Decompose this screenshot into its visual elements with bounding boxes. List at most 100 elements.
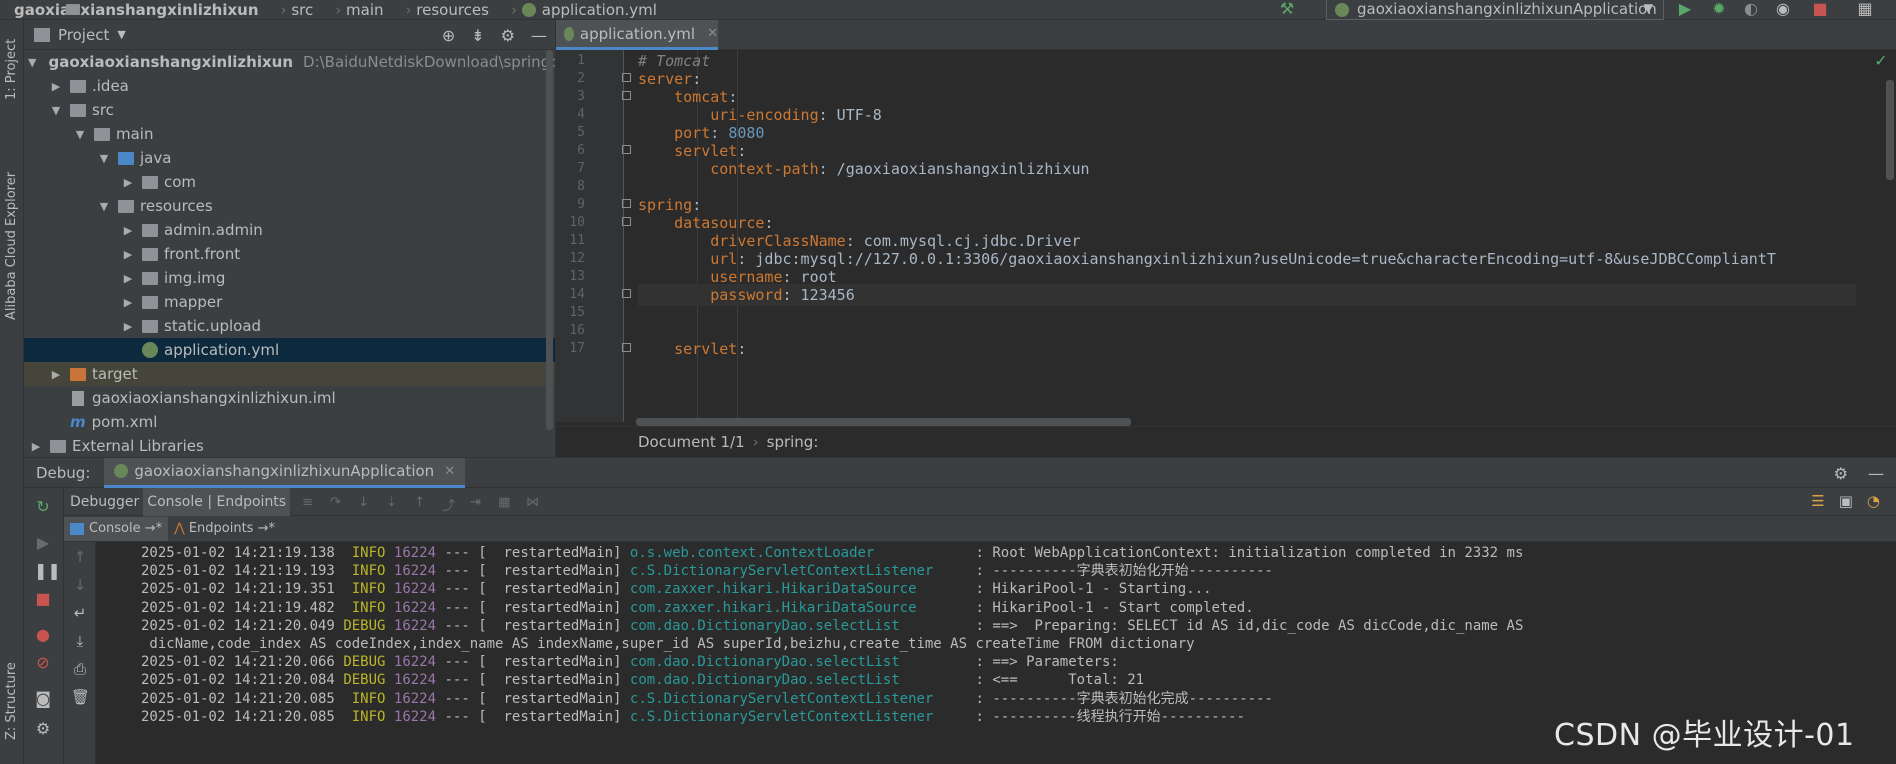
trace-icon[interactable]: ⋈ xyxy=(526,495,542,510)
run-icon[interactable]: ▶ xyxy=(1676,0,1694,18)
tree-item-img[interactable]: ▶ img.img xyxy=(24,266,555,290)
drop-frame-icon[interactable]: ⤴ xyxy=(442,495,458,514)
fold-marker-icon[interactable] xyxy=(622,73,631,82)
tree-item-java[interactable]: ▼ java xyxy=(24,146,555,170)
expanded-arrow-icon[interactable]: ▼ xyxy=(48,104,64,117)
structure-tool-tab[interactable]: Z: Structure xyxy=(4,662,19,740)
project-structure-icon[interactable]: ▦ xyxy=(1856,0,1874,18)
breadcrumb-resources[interactable]: › resources xyxy=(66,0,489,20)
project-scrollbar[interactable] xyxy=(546,50,553,430)
memory-icon[interactable]: ▣ xyxy=(1839,492,1853,510)
subtab-endpoints[interactable]: ⋀ Endpoints →* xyxy=(168,517,281,541)
profiler-icon[interactable]: ◉ xyxy=(1774,0,1792,18)
resume-icon[interactable]: ▶ xyxy=(34,534,52,552)
breadcrumb-file[interactable]: › application.yml xyxy=(489,0,657,20)
evaluate-icon[interactable]: ▦ xyxy=(498,495,514,510)
settings-icon[interactable]: ⚙ xyxy=(34,720,52,738)
step-out-icon[interactable]: ↑ xyxy=(414,495,430,510)
tab-application-yml[interactable]: application.yml ✕ xyxy=(556,20,718,50)
vertical-scrollbar[interactable] xyxy=(1886,80,1894,180)
tree-item-main[interactable]: ▼ main xyxy=(24,122,555,146)
tree-item-com[interactable]: ▶ com xyxy=(24,170,555,194)
collapsed-arrow-icon[interactable]: ▶ xyxy=(120,320,136,333)
tree-item-admin[interactable]: ▶ admin.admin xyxy=(24,218,555,242)
tree-item-idea[interactable]: ▶ .idea xyxy=(24,74,555,98)
collapsed-arrow-icon[interactable]: ▶ xyxy=(120,224,136,237)
debug-session-tab[interactable]: gaoxiaoxianshangxinlizhixunApplication ✕ xyxy=(104,457,466,488)
list-icon[interactable]: ☰ xyxy=(1811,492,1824,510)
project-tool-tab[interactable]: 1: Project xyxy=(4,39,19,100)
locate-target-icon[interactable]: ⊕ xyxy=(442,26,455,45)
gear-icon[interactable]: ⚙ xyxy=(501,26,515,45)
breadcrumb-main[interactable]: › main xyxy=(66,0,384,20)
build-hammer-icon[interactable]: ⚒ xyxy=(1278,0,1296,18)
alibaba-cloud-tool-tab[interactable]: Alibaba Cloud Explorer xyxy=(4,172,19,320)
breadcrumb-document[interactable]: Document 1/1 xyxy=(638,433,745,451)
stop-icon[interactable]: ■ xyxy=(34,590,52,608)
close-icon[interactable]: ✕ xyxy=(444,464,455,479)
tree-item-resources[interactable]: ▼ resources xyxy=(24,194,555,218)
collapsed-arrow-icon[interactable]: ▶ xyxy=(28,440,44,453)
expanded-arrow-icon[interactable]: ▼ xyxy=(28,56,36,69)
tree-item-root[interactable]: ▼ gaoxiaoxianshangxinlizhixun D:\BaiduNetd… xyxy=(24,50,555,74)
run-to-cursor-icon[interactable]: ⇥ xyxy=(470,495,486,510)
expanded-arrow-icon[interactable]: ▼ xyxy=(96,152,112,165)
tree-item-static[interactable]: ▶ static.upload xyxy=(24,314,555,338)
stop-icon[interactable]: ■ xyxy=(1811,0,1829,18)
breadcrumb-key[interactable]: spring: xyxy=(767,433,819,451)
chevron-down-icon[interactable]: ▼ xyxy=(117,28,125,41)
collapse-all-icon[interactable]: ⇟ xyxy=(471,26,484,45)
print-icon[interactable]: ⎙ xyxy=(71,660,89,678)
rerun-icon[interactable]: ↻ xyxy=(34,498,52,516)
mute-breakpoints-icon[interactable]: ⊘ xyxy=(34,654,52,672)
tree-item-application-yml[interactable]: application.yml xyxy=(24,338,555,362)
soft-wrap-icon[interactable]: ↵ xyxy=(71,604,89,622)
expanded-arrow-icon[interactable]: ▼ xyxy=(72,128,88,141)
hide-panel-icon[interactable]: — xyxy=(1868,464,1884,483)
coverage-icon[interactable]: ◐ xyxy=(1742,0,1760,18)
pause-icon[interactable]: ❚❚ xyxy=(34,562,61,580)
fold-marker-icon[interactable] xyxy=(622,91,631,100)
breadcrumb-src[interactable]: › src xyxy=(66,0,313,20)
fold-marker-icon[interactable] xyxy=(622,343,631,352)
breadcrumb-project[interactable]: gaoxiaoxianshangxinlizhixun xyxy=(0,0,259,20)
code-area[interactable]: # Tomcat server: tomcat: uri-encoding: UT… xyxy=(638,50,1858,422)
collapsed-arrow-icon[interactable]: ▶ xyxy=(120,296,136,309)
collapsed-arrow-icon[interactable]: ▶ xyxy=(120,176,136,189)
tab-console-endpoints[interactable]: Console | Endpoints xyxy=(143,487,291,516)
tab-debugger[interactable]: Debugger xyxy=(66,488,143,516)
tree-item-pom[interactable]: m pom.xml xyxy=(24,410,555,434)
fold-marker-icon[interactable] xyxy=(622,217,631,226)
fold-marker-icon[interactable] xyxy=(622,199,631,208)
tree-item-iml[interactable]: gaoxiaoxianshangxinlizhixun.iml xyxy=(24,386,555,410)
hide-panel-icon[interactable]: — xyxy=(531,26,547,45)
collapsed-arrow-icon[interactable]: ▶ xyxy=(48,368,64,381)
gauge-icon[interactable]: ◔ xyxy=(1867,492,1880,510)
fold-marker-icon[interactable] xyxy=(622,289,631,298)
collapsed-arrow-icon[interactable]: ▶ xyxy=(120,248,136,261)
camera-icon[interactable]: ◙ xyxy=(34,690,52,708)
tree-item-target[interactable]: ▶ target xyxy=(24,362,555,386)
collapsed-arrow-icon[interactable]: ▶ xyxy=(48,80,64,93)
scroll-to-end-icon[interactable]: ⤓ xyxy=(71,632,89,650)
up-arrow-icon[interactable]: ↑ xyxy=(71,548,89,566)
fold-marker-icon[interactable] xyxy=(622,145,631,154)
trash-icon[interactable]: 🗑 xyxy=(71,688,90,706)
expanded-arrow-icon[interactable]: ▼ xyxy=(96,200,112,213)
debug-bug-icon[interactable]: ✹ xyxy=(1710,0,1728,18)
force-step-into-icon[interactable]: ⇣ xyxy=(386,495,402,510)
horizontal-scrollbar[interactable] xyxy=(636,418,1131,426)
tree-item-mapper[interactable]: ▶ mapper xyxy=(24,290,555,314)
down-arrow-icon[interactable]: ↓ xyxy=(71,576,89,594)
menu-lines-icon[interactable]: ≡ xyxy=(302,495,318,510)
view-breakpoints-icon[interactable]: ● xyxy=(34,626,52,644)
tree-item-src[interactable]: ▼ src xyxy=(24,98,555,122)
gear-icon[interactable]: ⚙ xyxy=(1834,464,1848,483)
run-configuration-select[interactable]: gaoxiaoxianshangxinlizhixunApplication ▼ xyxy=(1326,0,1664,20)
tree-item-front[interactable]: ▶ front.front xyxy=(24,242,555,266)
project-panel-title[interactable]: Project xyxy=(58,26,109,44)
collapsed-arrow-icon[interactable]: ▶ xyxy=(120,272,136,285)
subtab-console[interactable]: Console →* xyxy=(64,516,169,541)
step-over-icon[interactable]: ↷ xyxy=(330,495,346,510)
close-icon[interactable]: ✕ xyxy=(707,26,718,41)
